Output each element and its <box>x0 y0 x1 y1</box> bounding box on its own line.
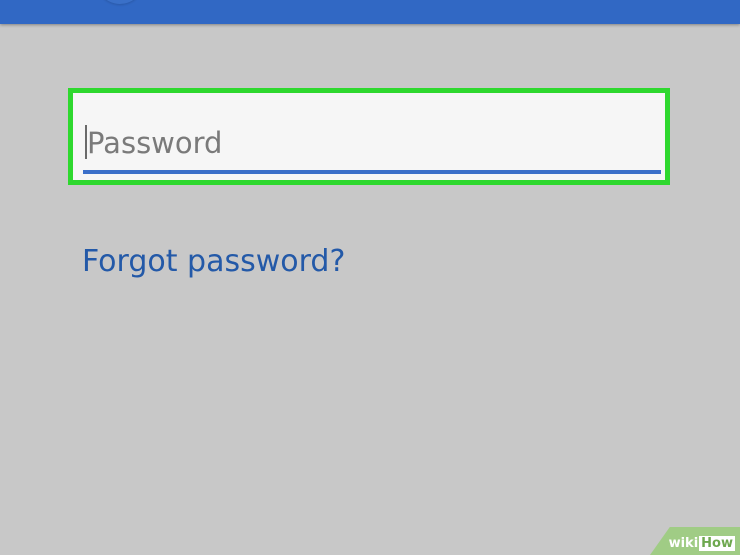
password-input-underline <box>83 170 661 174</box>
avatar <box>96 0 144 4</box>
forgot-password-link[interactable]: Forgot password? <box>82 244 345 279</box>
password-input[interactable] <box>83 119 659 167</box>
password-field-highlight <box>68 88 670 185</box>
watermark-brand-wiki: wiki <box>668 536 699 551</box>
watermark-brand-how: How <box>699 536 735 551</box>
text-cursor <box>85 125 87 159</box>
app-bar <box>0 0 740 24</box>
wikihow-watermark-text: wiki How <box>669 536 735 551</box>
